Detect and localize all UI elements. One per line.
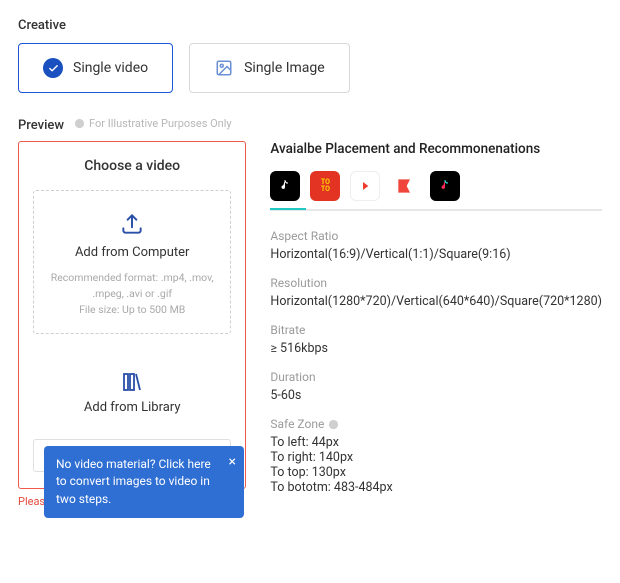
tiktok-alt-icon[interactable] (430, 171, 460, 201)
tiktok-icon[interactable] (270, 171, 300, 201)
library-icon (41, 370, 223, 394)
safe-left: To left: 44px (270, 435, 602, 450)
creative-tabs: Single video Single Image (18, 43, 602, 93)
spec-res-value: Horizontal(1280*720)/Vertical(640*640)/S… (270, 294, 602, 309)
tab-single-image[interactable]: Single Image (189, 43, 350, 93)
safe-bottom: To bototm: 483-484px (270, 480, 602, 495)
safe-right: To right: 140px (270, 450, 602, 465)
tab-single-video[interactable]: Single video (18, 43, 173, 93)
preview-header: Preview For Illustrative Purposes Only (18, 117, 602, 133)
add-library-label: Add from Library (41, 400, 223, 415)
creative-label: Creative (18, 18, 602, 33)
spec-list: Aspect Ratio Horizontal(16:9)/Vertical(1… (270, 229, 602, 495)
tab-label: Single video (73, 60, 148, 76)
panel-title: Choose a video (33, 158, 231, 174)
info-icon (328, 419, 339, 430)
check-icon (43, 58, 63, 78)
placement-icons: TOTO (270, 171, 602, 201)
choose-video-panel: Choose a video Add from Computer Recomme… (18, 141, 246, 489)
placement-heading: Avaialbe Placement and Recommonenations (270, 141, 602, 157)
add-from-computer[interactable]: Add from Computer Recommended format: .m… (33, 190, 231, 334)
topbuzz-icon[interactable]: TOTO (310, 171, 340, 201)
spec-bitrate-label: Bitrate (270, 323, 602, 337)
spec-safe-label: Safe Zone (270, 417, 602, 431)
add-computer-help1: Recommended format: .mp4, .mov, .mpeg, .… (42, 270, 222, 302)
spec-aspect-value: Horizontal(16:9)/Vertical(1:1)/Square(9:… (270, 247, 602, 262)
tooltip-no-video: × No video material? Click here to conve… (44, 446, 244, 518)
tooltip-text: No video material? Click here to convert… (56, 457, 211, 506)
tab-label: Single Image (244, 60, 325, 76)
upload-icon (42, 211, 222, 237)
vigo-icon[interactable] (350, 171, 380, 201)
spec-bitrate-value: ≥ 516kbps (270, 341, 602, 356)
spec-duration-value: 5-60s (270, 388, 602, 403)
image-icon (214, 58, 234, 78)
preview-label: Preview (18, 118, 64, 133)
safe-top: To top: 130px (270, 465, 602, 480)
close-icon[interactable]: × (229, 452, 236, 472)
placement-tab-underline (270, 209, 602, 211)
flipagram-icon[interactable] (390, 171, 420, 201)
info-icon (74, 118, 85, 129)
preview-sub: For Illustrative Purposes Only (74, 117, 232, 130)
add-computer-help2: File size: Up to 500 MB (42, 302, 222, 318)
spec-duration-label: Duration (270, 370, 602, 384)
add-computer-label: Add from Computer (42, 245, 222, 260)
add-from-library[interactable]: Add from Library (33, 356, 231, 427)
spec-aspect-label: Aspect Ratio (270, 229, 602, 243)
spec-res-label: Resolution (270, 276, 602, 290)
